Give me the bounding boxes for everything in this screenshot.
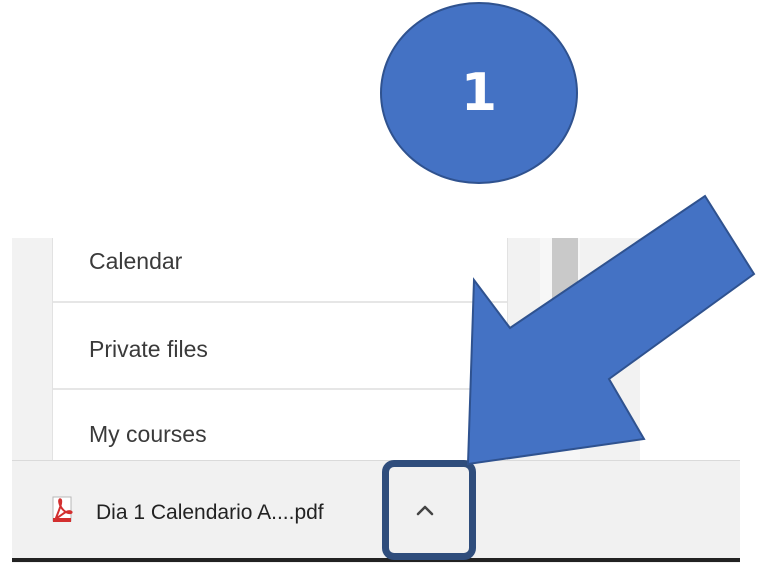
pointer-arrow-icon xyxy=(466,194,756,466)
